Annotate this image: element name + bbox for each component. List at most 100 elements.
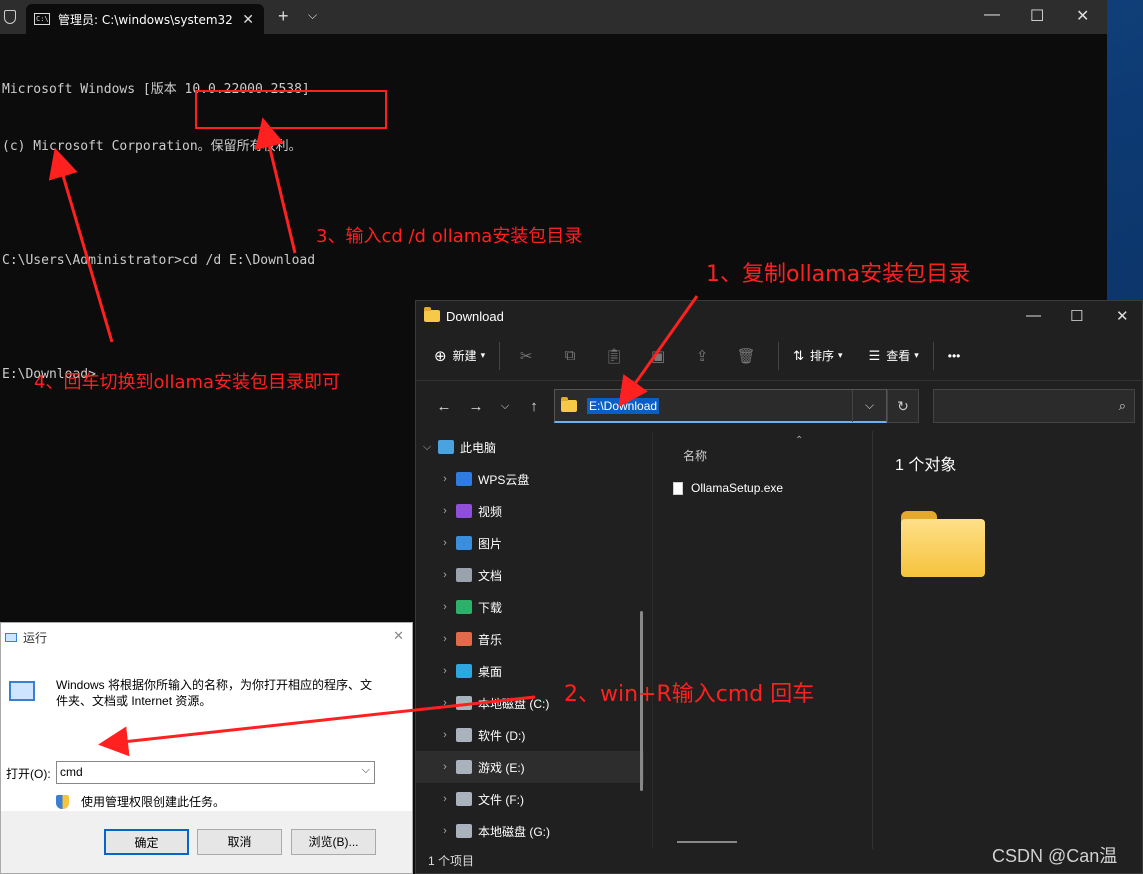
uac-shield-icon — [56, 794, 69, 809]
cancel-button[interactable]: 取消 — [197, 829, 282, 855]
nav-item[interactable]: › 下载 — [416, 591, 644, 623]
sort-up-icon: ⌃ — [795, 435, 804, 446]
column-header-name[interactable]: 名称 — [683, 447, 707, 464]
maximize-icon[interactable]: ☐ — [1030, 6, 1044, 26]
run-command-input[interactable]: cmd ⌵ — [56, 761, 375, 784]
chevron-down-icon: ▾ — [914, 350, 919, 360]
run-large-icon — [9, 681, 35, 701]
nav-item-label: 游戏 (E:) — [478, 760, 525, 775]
close-icon[interactable]: ✕ — [1076, 6, 1089, 26]
browse-button[interactable]: 浏览(B)... — [291, 829, 376, 855]
chevron-right-icon[interactable]: › — [416, 729, 456, 741]
chevron-right-icon[interactable]: › — [416, 793, 456, 805]
admin-text: 使用管理权限创建此任务。 — [81, 795, 226, 809]
run-body: Windows 将根据你所输入的名称，为你打开相应的程序、文件夹、文档或 Int… — [1, 651, 412, 811]
recent-chevron-icon[interactable]: ⌵ — [492, 400, 518, 413]
file-name: OllamaSetup.exe — [691, 481, 784, 495]
back-arrow-icon[interactable]: ← — [428, 398, 460, 415]
chevron-right-icon[interactable]: › — [416, 473, 456, 485]
address-bar[interactable]: E:\Download ⌵ — [554, 389, 887, 423]
explorer-toolbar: ⊕ 新建 ▾ ✂ ⧉ 📋︎ ▣ ⇪ 🗑︎ ⇅ 排序 ▾ ☰ 查看 ▾ ••• — [416, 331, 1142, 381]
cut-icon[interactable]: ✂ — [514, 347, 538, 365]
share-icon[interactable]: ⇪ — [690, 347, 714, 365]
chevron-down-icon[interactable]: ⌵ — [362, 764, 370, 777]
explorer-titlebar: Download — ☐ ✕ — [416, 301, 1142, 331]
nav-item[interactable]: ⌵ 此电脑 — [416, 431, 644, 463]
refresh-button[interactable]: ↻ — [887, 389, 919, 423]
terminal-tabbar: C:\ 管理员: C:\windows\system32 ✕ + ⌵ — ☐ ✕ — [0, 0, 1107, 34]
chevron-down-icon[interactable]: ⌵ — [416, 441, 438, 454]
more-button[interactable]: ••• — [948, 349, 961, 363]
annotation-step1: 1、复制ollama安装包目录 — [706, 262, 971, 287]
chevron-right-icon[interactable]: › — [416, 569, 456, 581]
chevron-down-icon[interactable]: ⌵ — [308, 8, 317, 23]
chevron-right-icon[interactable]: › — [416, 697, 456, 709]
desktop-icon — [456, 664, 472, 678]
chevron-right-icon[interactable]: › — [416, 505, 456, 517]
run-app-icon — [5, 632, 17, 642]
preview-count: 1 个对象 — [895, 457, 957, 474]
address-text[interactable]: E:\Download — [587, 397, 660, 414]
nav-item-label: WPS云盘 — [478, 472, 530, 487]
rename-icon[interactable]: ▣ — [646, 347, 670, 365]
view-label: 查看 — [886, 349, 911, 363]
new-tab-icon[interactable]: + — [278, 6, 289, 27]
chevron-right-icon[interactable]: › — [416, 601, 456, 613]
chevron-right-icon[interactable]: › — [416, 825, 456, 837]
drive-icon — [456, 696, 472, 710]
forward-arrow-icon[interactable]: → — [460, 398, 492, 415]
nav-item-label: 本地磁盘 (C:) — [478, 696, 550, 711]
nav-item[interactable]: › 视频 — [416, 495, 644, 527]
status-bar-count: 1 个项目 — [428, 854, 475, 868]
explorer-title: Download — [446, 308, 504, 324]
drive-icon — [456, 728, 472, 742]
pc-icon — [438, 440, 454, 454]
horizontal-scrollbar[interactable] — [677, 841, 737, 843]
close-icon[interactable]: ✕ — [393, 628, 404, 644]
minimize-icon[interactable]: — — [1026, 307, 1041, 324]
terminal-line: (c) Microsoft Corporation。保留所有权利。 — [2, 139, 302, 154]
copy-icon[interactable]: ⧉ — [558, 347, 582, 364]
view-button[interactable]: ☰ 查看 ▾ — [869, 347, 919, 364]
chevron-right-icon[interactable]: › — [416, 633, 456, 645]
sort-icon: ⇅ — [793, 347, 805, 363]
nav-item[interactable]: › WPS云盘 — [416, 463, 644, 495]
close-tab-icon[interactable]: ✕ — [242, 11, 254, 28]
nav-item[interactable]: › 软件 (D:) — [416, 719, 644, 751]
nav-item[interactable]: › 文档 — [416, 559, 644, 591]
nav-item[interactable]: › 图片 — [416, 527, 644, 559]
nav-item-label: 图片 — [478, 536, 503, 551]
video-icon — [456, 504, 472, 518]
chevron-right-icon[interactable]: › — [416, 761, 456, 773]
chevron-down-icon[interactable]: ⌵ — [852, 390, 886, 422]
chevron-right-icon[interactable]: › — [416, 665, 456, 677]
run-admin-note: 使用管理权限创建此任务。 — [56, 793, 225, 810]
maximize-icon[interactable]: ☐ — [1070, 307, 1083, 325]
paste-icon[interactable]: 📋︎ — [602, 347, 626, 365]
nav-item[interactable]: › 文件 (F:) — [416, 783, 644, 815]
sort-label: 排序 — [810, 349, 835, 363]
sort-button[interactable]: ⇅ 排序 ▾ — [793, 347, 842, 364]
terminal-tab[interactable]: C:\ 管理员: C:\windows\system32 ✕ — [26, 4, 264, 34]
highlight-box — [195, 90, 387, 129]
minimize-icon[interactable]: — — [984, 6, 1000, 24]
up-arrow-icon[interactable]: ↑ — [518, 398, 550, 415]
nav-item[interactable]: › 本地磁盘 (G:) — [416, 815, 644, 847]
explorer-main: ⌵ 此电脑 › WPS云盘 › 视频 › 图片 › 文档 › 下载 › 音乐 › 桌面 › 本地磁盘 (C:) › 软… — [416, 431, 1142, 849]
delete-icon[interactable]: 🗑︎ — [734, 347, 758, 365]
close-icon[interactable]: ✕ — [1116, 307, 1129, 325]
pictures-icon — [456, 536, 472, 550]
toolbar-divider — [932, 341, 934, 370]
run-description: Windows 将根据你所输入的名称，为你打开相应的程序、文件夹、文档或 Int… — [56, 678, 373, 708]
new-button[interactable]: ⊕ 新建 ▾ — [434, 347, 485, 365]
terminal-line: Microsoft Windows [版本 10.0.22000.2538] — [2, 82, 310, 97]
drive-icon — [456, 760, 472, 774]
search-input[interactable]: ⌕ — [933, 389, 1135, 423]
ok-button[interactable]: 确定 — [104, 829, 189, 855]
nav-item[interactable]: › 音乐 — [416, 623, 644, 655]
file-item[interactable]: OllamaSetup.exe — [673, 481, 783, 495]
chevron-right-icon[interactable]: › — [416, 537, 456, 549]
documents-icon — [456, 568, 472, 582]
terminal-tab-title: 管理员: C:\windows\system32 — [58, 12, 233, 27]
nav-item[interactable]: › 游戏 (E:) — [416, 751, 644, 783]
